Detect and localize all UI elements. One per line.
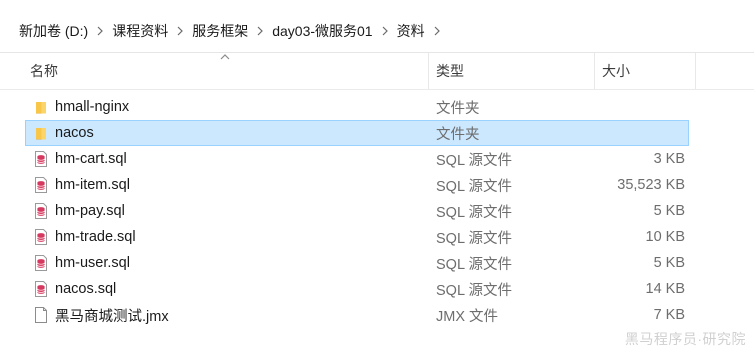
- file-name: nacos.sql: [55, 281, 117, 297]
- file-explorer-window: 新加卷 (D:) 课程资料 服务框架 day03-微服务01 资料 名称 类型 …: [0, 0, 754, 359]
- column-divider[interactable]: [695, 53, 696, 89]
- breadcrumb-item-drive[interactable]: 新加卷 (D:): [14, 22, 93, 40]
- file-size: 5 KB: [653, 255, 685, 271]
- file-row[interactable]: hm-cart.sql SQL 源文件 3 KB: [25, 146, 689, 172]
- file-name: hmall-nginx: [55, 99, 130, 115]
- file-type: 文件夹: [436, 100, 480, 117]
- file-list: hmall-nginx 文件夹 nacos 文件夹 hm-cart.sql SQL 源文件…: [25, 94, 689, 328]
- file-size: 7 KB: [653, 307, 685, 323]
- file-type: SQL 源文件: [436, 256, 513, 273]
- file-size: 5 KB: [653, 203, 685, 219]
- sql-file-icon: [33, 228, 49, 246]
- chevron-right-icon[interactable]: [378, 22, 392, 40]
- file-type: 文件夹: [436, 126, 480, 143]
- file-type: SQL 源文件: [436, 178, 513, 195]
- folder-icon: [33, 98, 49, 116]
- file-row[interactable]: nacos 文件夹: [25, 120, 689, 146]
- file-name: hm-item.sql: [55, 177, 130, 193]
- file-size: 10 KB: [645, 229, 686, 245]
- file-type: SQL 源文件: [436, 152, 513, 169]
- column-header-size[interactable]: 大小: [602, 53, 694, 89]
- column-divider[interactable]: [428, 53, 429, 89]
- folder-icon: [33, 124, 49, 142]
- breadcrumb-item-current[interactable]: 资料: [392, 22, 430, 40]
- file-size: 3 KB: [653, 151, 685, 167]
- breadcrumb: 新加卷 (D:) 课程资料 服务框架 day03-微服务01 资料: [14, 22, 444, 40]
- sql-file-icon: [33, 280, 49, 298]
- file-name: nacos: [55, 125, 94, 141]
- file-type: JMX 文件: [436, 308, 499, 325]
- file-size: 14 KB: [645, 281, 686, 297]
- column-header-name[interactable]: 名称: [30, 53, 426, 89]
- chevron-right-icon[interactable]: [430, 22, 444, 40]
- file-size: 35,523 KB: [617, 177, 685, 193]
- file-row[interactable]: hm-item.sql SQL 源文件 35,523 KB: [25, 172, 689, 198]
- column-header-type[interactable]: 类型: [436, 53, 594, 89]
- sql-file-icon: [33, 150, 49, 168]
- sql-file-icon: [33, 254, 49, 272]
- file-name: hm-trade.sql: [55, 229, 136, 245]
- breadcrumb-item-framework[interactable]: 服务框架: [187, 22, 253, 40]
- file-row[interactable]: hm-user.sql SQL 源文件 5 KB: [25, 250, 689, 276]
- chevron-right-icon[interactable]: [173, 22, 187, 40]
- column-header: 名称 类型 大小: [0, 53, 754, 90]
- file-name: hm-cart.sql: [55, 151, 127, 167]
- breadcrumb-item-course[interactable]: 课程资料: [107, 22, 173, 40]
- file-row[interactable]: hm-trade.sql SQL 源文件 10 KB: [25, 224, 689, 250]
- file-row[interactable]: nacos.sql SQL 源文件 14 KB: [25, 276, 689, 302]
- file-row[interactable]: hm-pay.sql SQL 源文件 5 KB: [25, 198, 689, 224]
- watermark: 黑马程序员·研究院: [624, 331, 746, 347]
- address-bar[interactable]: 新加卷 (D:) 课程资料 服务框架 day03-微服务01 资料: [0, 0, 754, 53]
- file-type: SQL 源文件: [436, 230, 513, 247]
- file-row[interactable]: 黑马商城测试.jmx JMX 文件 7 KB: [25, 302, 689, 328]
- file-type: SQL 源文件: [436, 204, 513, 221]
- file-type: SQL 源文件: [436, 282, 513, 299]
- chevron-right-icon[interactable]: [253, 22, 267, 40]
- breadcrumb-item-day03[interactable]: day03-微服务01: [267, 22, 377, 40]
- file-name: hm-pay.sql: [55, 203, 125, 219]
- file-name: 黑马商城测试.jmx: [55, 308, 169, 325]
- column-divider[interactable]: [594, 53, 595, 89]
- file-row[interactable]: hmall-nginx 文件夹: [25, 94, 689, 120]
- file-name: hm-user.sql: [55, 255, 130, 271]
- sql-file-icon: [33, 176, 49, 194]
- sql-file-icon: [33, 202, 49, 220]
- chevron-right-icon[interactable]: [93, 22, 107, 40]
- blank-file-icon: [33, 306, 49, 324]
